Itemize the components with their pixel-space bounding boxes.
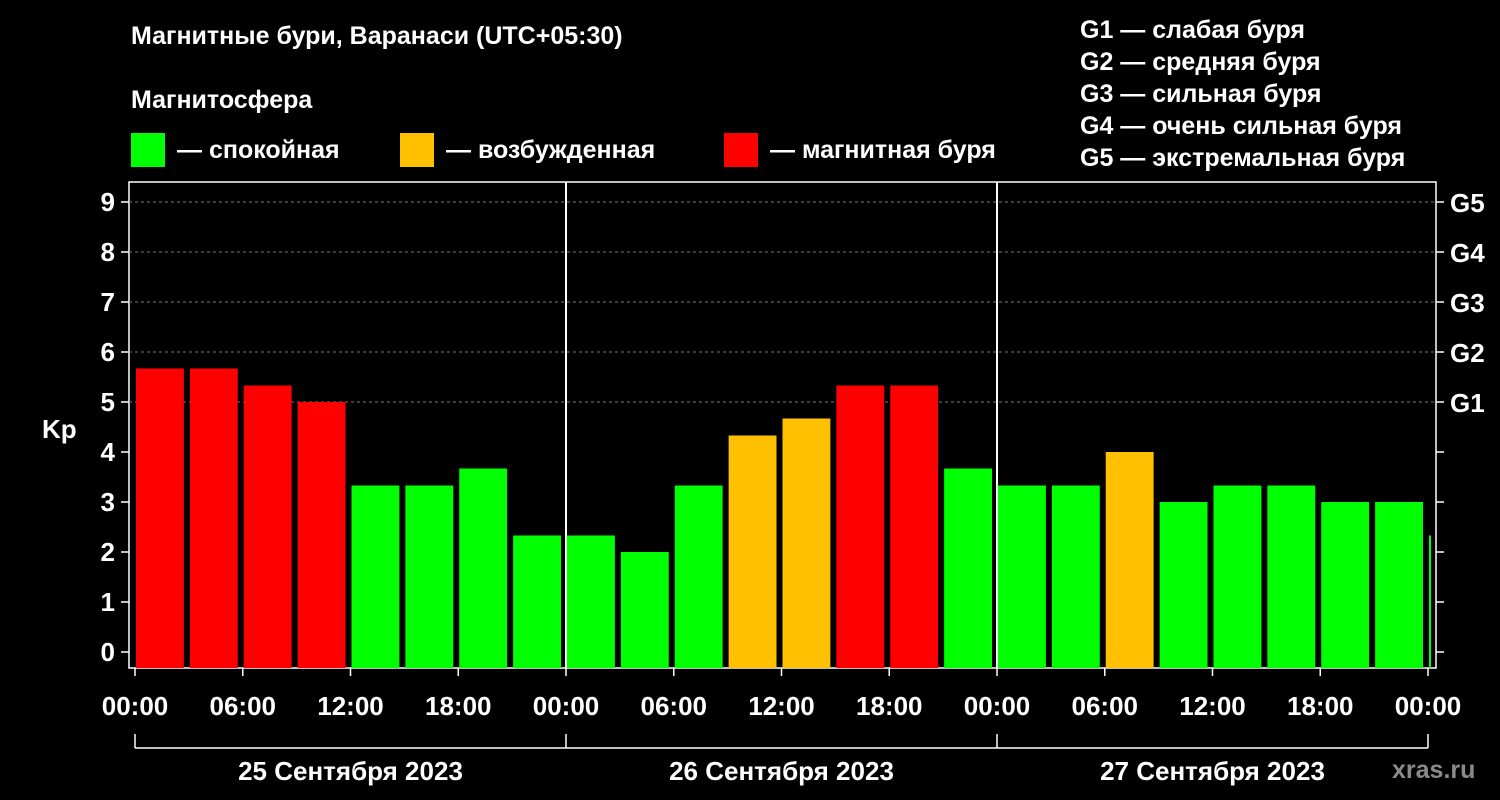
kp-bar xyxy=(351,485,400,668)
kp-bar xyxy=(890,385,939,668)
day-label: 25 Сентября 2023 xyxy=(238,756,463,786)
g-level-label: G2 xyxy=(1450,338,1485,368)
kp-bar xyxy=(1159,502,1208,668)
y-tick-label: 3 xyxy=(101,487,115,517)
y-axis-label: Kp xyxy=(42,414,77,444)
x-tick-label: 06:00 xyxy=(1072,691,1139,721)
x-tick-label: 00:00 xyxy=(1395,691,1462,721)
x-tick-label: 12:00 xyxy=(1179,691,1246,721)
y-tick-label: 6 xyxy=(101,337,115,367)
y-tick-label: 1 xyxy=(101,587,115,617)
g-level-label: G5 xyxy=(1450,188,1485,218)
kp-bar xyxy=(998,485,1046,668)
x-tick-label: 06:00 xyxy=(641,691,708,721)
x-tick-label: 00:00 xyxy=(102,691,169,721)
g-level-label: G1 xyxy=(1450,388,1485,418)
kp-bar xyxy=(728,435,777,668)
kp-bar xyxy=(1267,485,1316,668)
kp-bar xyxy=(513,535,561,668)
kp-chart: 0 1 2 3 4 5 6 7 8 9 G1 G2 G3 G4 G5 Kp 00:00 06:00 12:00 18:… xyxy=(42,181,1485,786)
day-label: 26 Сентября 2023 xyxy=(669,756,894,786)
kp-bar xyxy=(1321,502,1370,668)
g-level-label: G4 xyxy=(1450,238,1485,268)
kp-bar xyxy=(1213,485,1262,668)
y-tick-label: 7 xyxy=(101,287,115,317)
x-tick-label: 12:00 xyxy=(748,691,815,721)
x-tick-label: 18:00 xyxy=(1287,691,1354,721)
kp-bar xyxy=(405,485,454,668)
kp-bar xyxy=(189,368,238,668)
x-tick-label: 12:00 xyxy=(317,691,384,721)
y-tick-label: 8 xyxy=(101,237,115,267)
x-tick-label: 00:00 xyxy=(964,691,1031,721)
y-tick-label: 0 xyxy=(101,637,115,667)
x-tick-label: 18:00 xyxy=(425,691,492,721)
y-tick-label: 5 xyxy=(101,387,115,417)
kp-bar xyxy=(944,468,992,668)
g-level-label: G3 xyxy=(1450,288,1485,318)
y-tick-label: 9 xyxy=(101,187,115,217)
kp-bar xyxy=(782,418,831,668)
kp-bar xyxy=(674,485,723,668)
kp-bar xyxy=(1051,485,1100,668)
kp-bar xyxy=(459,468,508,668)
kp-bar xyxy=(836,385,885,668)
x-tick-label: 00:00 xyxy=(533,691,600,721)
kp-bar xyxy=(243,385,292,668)
watermark: xras.ru xyxy=(1392,756,1476,784)
x-tick-label: 18:00 xyxy=(856,691,923,721)
kp-bar xyxy=(567,535,615,668)
kp-bar xyxy=(1375,502,1423,668)
x-tick-label: 06:00 xyxy=(210,691,277,721)
day-label: 27 Сентября 2023 xyxy=(1100,756,1325,786)
y-tick-label: 4 xyxy=(101,437,116,467)
y-tick-label: 2 xyxy=(101,537,115,567)
kp-bar xyxy=(297,402,346,668)
kp-bar xyxy=(136,368,184,668)
kp-bar xyxy=(620,552,669,668)
kp-bar xyxy=(1429,535,1431,668)
kp-bar xyxy=(1105,452,1154,668)
